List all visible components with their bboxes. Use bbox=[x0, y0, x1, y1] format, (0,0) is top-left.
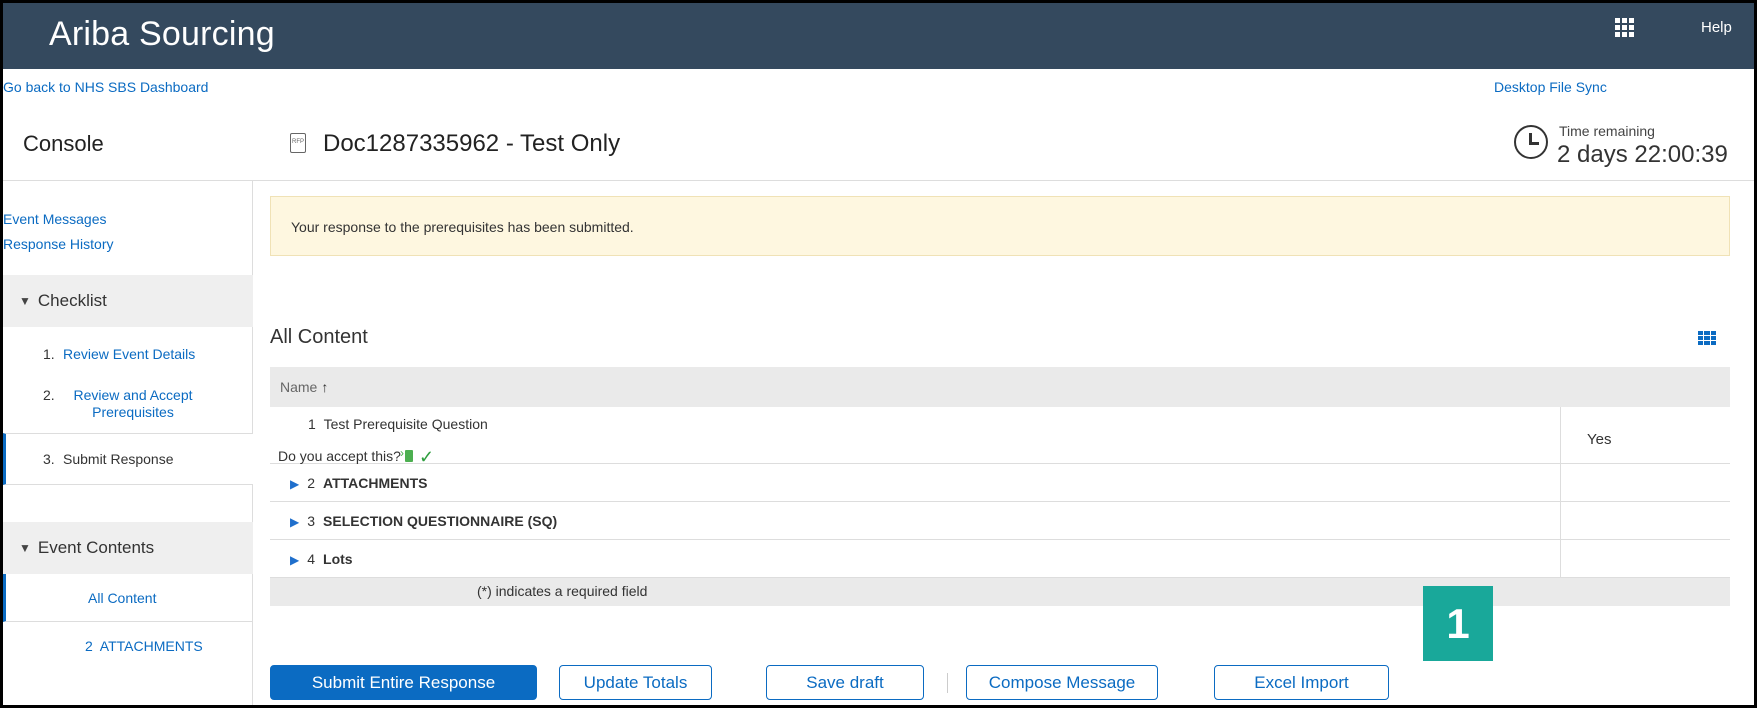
answer-value[interactable]: Yes bbox=[1587, 431, 1611, 448]
button-separator bbox=[947, 673, 948, 693]
answer-column bbox=[1560, 502, 1561, 539]
desktop-file-sync-link[interactable]: Desktop File Sync bbox=[1494, 79, 1607, 95]
collapse-triangle-icon: ▼ bbox=[19, 294, 31, 308]
row-index: 1 bbox=[308, 416, 316, 432]
submission-notice: Your response to the prerequisites has b… bbox=[270, 196, 1730, 256]
event-contents-header[interactable]: ▼ Event Contents bbox=[3, 522, 253, 574]
required-footnote: (*) indicates a required field bbox=[270, 578, 1730, 606]
step-label: Review and Accept Prerequisites bbox=[73, 387, 193, 420]
table-row[interactable]: ▶ 4 Lots bbox=[270, 540, 1730, 578]
step-label: Review Event Details bbox=[63, 346, 196, 362]
help-link[interactable]: Help bbox=[1701, 19, 1732, 36]
row-index: 3 bbox=[307, 513, 316, 529]
required-flag-icon bbox=[400, 446, 413, 462]
table-row[interactable]: ▶ 2 ATTACHMENTS bbox=[270, 464, 1730, 502]
brand-title: Ariba Sourcing bbox=[49, 15, 275, 53]
row-label: Lots bbox=[323, 551, 353, 567]
table-view-icon[interactable] bbox=[1698, 331, 1716, 345]
response-history-link[interactable]: Response History bbox=[3, 236, 114, 252]
event-item-all-content[interactable]: All Content bbox=[3, 574, 253, 622]
sort-arrow-icon: ↑ bbox=[321, 379, 329, 395]
compose-message-button[interactable]: Compose Message bbox=[966, 665, 1158, 700]
checklist-header[interactable]: ▼ Checklist bbox=[3, 275, 253, 327]
table-row[interactable]: ▶ 3 SELECTION QUESTIONNAIRE (SQ) bbox=[270, 502, 1730, 540]
row-label: SELECTION QUESTIONNAIRE (SQ) bbox=[323, 513, 558, 529]
time-remaining-value: 2 days 22:00:39 bbox=[1557, 141, 1728, 168]
checklist-step-2[interactable]: 2. Review and Accept Prerequisites bbox=[3, 379, 253, 433]
step-number-badge: 1 bbox=[1423, 586, 1493, 661]
back-to-dashboard-link[interactable]: Go back to NHS SBS Dashboard bbox=[3, 79, 208, 95]
apps-grid-icon[interactable] bbox=[1615, 18, 1635, 37]
expand-triangle-icon[interactable]: ▶ bbox=[290, 553, 299, 567]
event-item-attachments[interactable]: 2 ATTACHMENTS bbox=[3, 622, 253, 672]
all-content-title: All Content bbox=[270, 326, 368, 348]
excel-import-button[interactable]: Excel Import bbox=[1214, 665, 1389, 700]
submit-entire-response-button[interactable]: Submit Entire Response bbox=[270, 665, 537, 700]
answer-column bbox=[1560, 407, 1561, 463]
ariba-window: Ariba Sourcing Help Go back to NHS SBS D… bbox=[0, 0, 1757, 708]
row-label: ATTACHMENTS bbox=[323, 475, 428, 491]
step-number: 3. bbox=[43, 451, 55, 467]
save-draft-button[interactable]: Save draft bbox=[766, 665, 924, 700]
header-divider bbox=[3, 180, 1754, 181]
top-header: Ariba Sourcing Help bbox=[3, 3, 1754, 69]
update-totals-button[interactable]: Update Totals bbox=[559, 665, 712, 700]
question-text: Do you accept this? bbox=[278, 448, 401, 464]
column-name-header: Name bbox=[280, 379, 318, 395]
table-row: 1 Test Prerequisite Question Do you acce… bbox=[270, 407, 1730, 467]
row-index: 4 bbox=[307, 551, 316, 567]
checklist-label: Checklist bbox=[37, 291, 107, 310]
document-title: Doc1287335962 - Test Only bbox=[323, 130, 621, 157]
sidebar: Event Messages Response History ▼ Checkl… bbox=[3, 181, 253, 705]
row-content: ▶ 3 SELECTION QUESTIONNAIRE (SQ) bbox=[290, 513, 557, 529]
step-number: 1. bbox=[43, 346, 55, 362]
answer-column bbox=[1560, 540, 1561, 577]
row-label: Test Prerequisite Question bbox=[323, 416, 488, 432]
rfp-document-icon bbox=[290, 133, 306, 153]
event-messages-link[interactable]: Event Messages bbox=[3, 211, 107, 227]
event-item-label: All Content bbox=[88, 590, 157, 606]
event-contents-label: Event Contents bbox=[37, 538, 155, 557]
collapse-triangle-icon: ▼ bbox=[19, 541, 31, 555]
row-name: 1 Test Prerequisite Question bbox=[308, 416, 488, 432]
table-header[interactable]: Name ↑ bbox=[270, 367, 1730, 407]
event-item-label: 2 ATTACHMENTS bbox=[85, 638, 203, 654]
expand-triangle-icon[interactable]: ▶ bbox=[290, 515, 299, 529]
step-number: 2. bbox=[43, 387, 55, 403]
time-remaining-label: Time remaining bbox=[1559, 123, 1655, 139]
row-content: ▶ 2 ATTACHMENTS bbox=[290, 475, 428, 491]
checklist-step-1[interactable]: 1. Review Event Details bbox=[3, 327, 253, 379]
clock-icon bbox=[1514, 125, 1548, 159]
row-index: 2 bbox=[307, 475, 316, 491]
checklist-step-3[interactable]: 3. Submit Response bbox=[3, 433, 253, 485]
expand-triangle-icon[interactable]: ▶ bbox=[290, 477, 299, 491]
console-title: Console bbox=[23, 131, 104, 156]
step-label: Submit Response bbox=[63, 451, 174, 467]
row-content: ▶ 4 Lots bbox=[290, 551, 353, 567]
answer-column bbox=[1560, 464, 1561, 501]
